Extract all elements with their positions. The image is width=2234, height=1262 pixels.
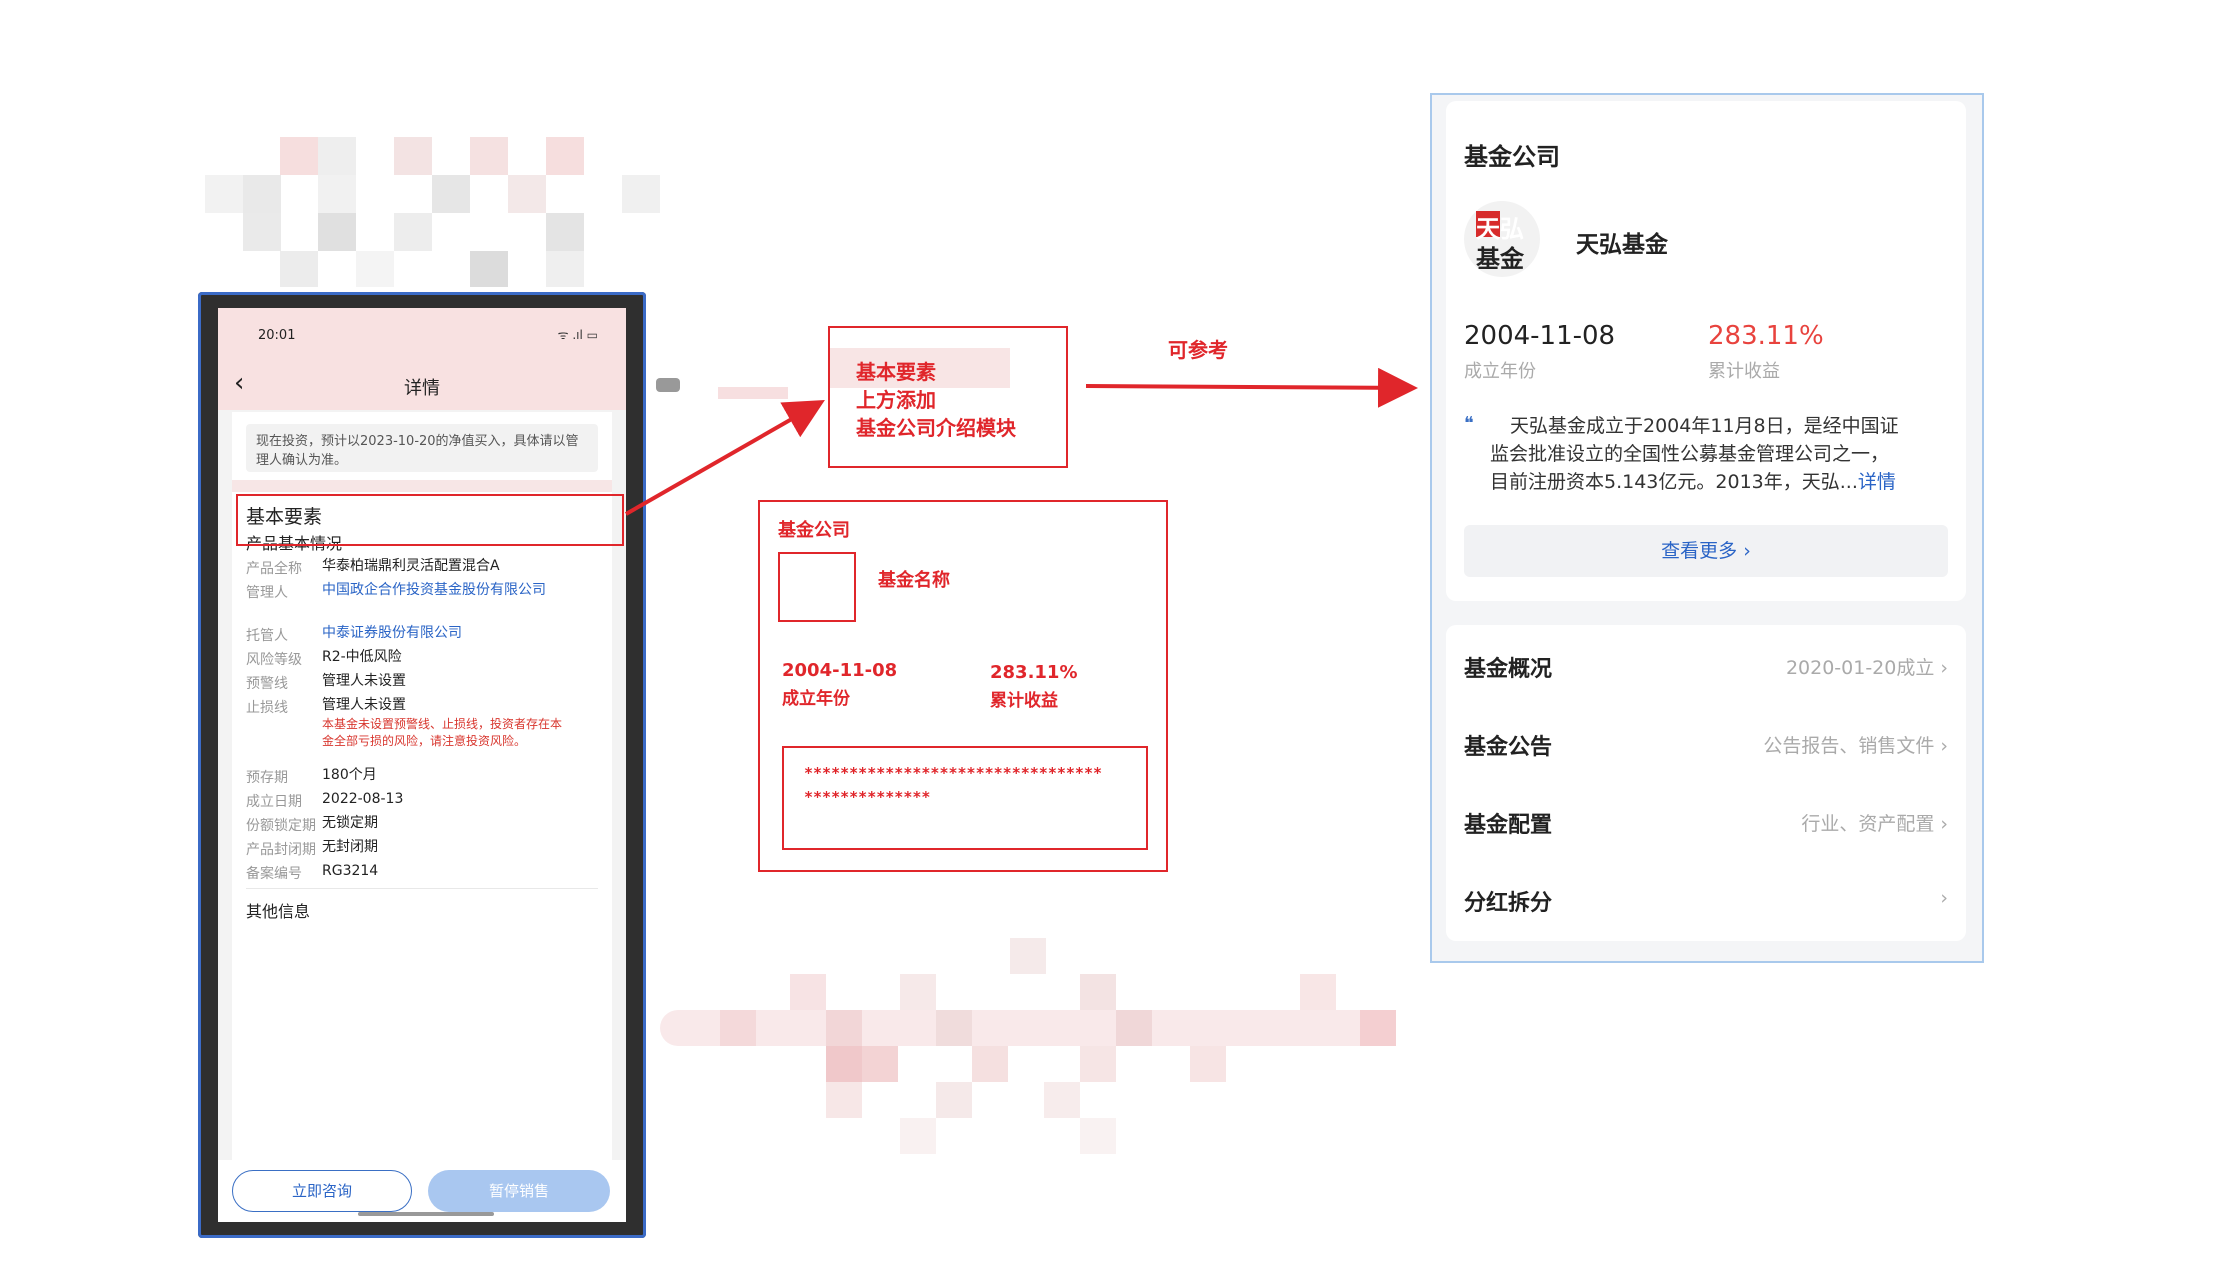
blurred-footer-mosaic [660, 938, 1460, 1158]
ref-company-name: 天弘基金 [1576, 232, 1668, 258]
reference-label: 可参考 [1168, 338, 1228, 362]
ref-menu-card: 基金概况 2020-01-20成立 › 基金公告 公告报告、销售文件 › 基金配… [1446, 625, 1966, 941]
ref-desc-line1: 天弘基金成立于2004年11月8日，是经中国证 [1510, 415, 1899, 437]
wire-return: 283.11% [990, 662, 1078, 683]
menu-label: 基金概况 [1464, 657, 1553, 682]
menu-fund-overview[interactable]: 基金概况 2020-01-20成立 › [1446, 635, 1966, 693]
menu-value: 2020-01-20成立 › [1785, 657, 1948, 679]
reference-screenshot: 基金公司 天弘 基金 天弘基金 2004-11-08 成立年份 283.11% … [1430, 93, 1984, 963]
arrow-to-reference [1085, 367, 1418, 408]
see-more-button[interactable]: 查看更多 › [1464, 525, 1948, 577]
ref-desc-detail-link[interactable]: 详情 [1858, 471, 1896, 493]
logo-line2: 基金 [1476, 245, 1524, 273]
wireframe-company-module: 基金公司 基金名称 2004-11-08 成立年份 283.11% 累计收益 *… [758, 500, 1168, 872]
wire-title: 基金公司 [778, 520, 850, 541]
chevron-right-icon: › [1940, 887, 1948, 909]
wire-desc-line2: ************** [804, 788, 931, 806]
menu-fund-allocation[interactable]: 基金配置 行业、资产配置 › [1446, 791, 1966, 849]
ref-return-label: 累计收益 [1708, 361, 1780, 382]
menu-value: 公告报告、销售文件 › [1763, 735, 1948, 757]
annotation-note-box: 基本要素 上方添加 基金公司介绍模块 [828, 326, 1068, 468]
ref-date: 2004-11-08 [1464, 321, 1616, 351]
note-line-3: 基金公司介绍模块 [856, 416, 1016, 440]
ref-date-label: 成立年份 [1464, 361, 1536, 382]
menu-value: 行业、资产配置 › [1801, 813, 1948, 835]
ref-title: 基金公司 [1464, 143, 1560, 171]
menu-label: 基金配置 [1464, 813, 1553, 838]
menu-fund-announcement[interactable]: 基金公告 公告报告、销售文件 › [1446, 713, 1966, 771]
menu-label: 基金公告 [1464, 735, 1553, 760]
wire-date-label: 成立年份 [782, 689, 850, 709]
note-line-1: 基本要素 [856, 360, 936, 384]
wire-fund-name: 基金名称 [878, 570, 950, 591]
wire-logo-placeholder [778, 552, 856, 622]
ref-company-card: 基金公司 天弘 基金 天弘基金 2004-11-08 成立年份 283.11% … [1446, 101, 1966, 601]
quote-icon: ❝ [1464, 413, 1474, 434]
menu-dividend-split[interactable]: 分红拆分 › [1446, 869, 1966, 927]
wire-desc-line1: ********************************* [804, 764, 1103, 782]
ref-desc-text: 目前注册资本5.143亿元。2013年，天弘... [1490, 471, 1858, 493]
note-line-2: 上方添加 [856, 388, 936, 412]
menu-label: 分红拆分 [1464, 891, 1553, 916]
ref-company-logo: 天弘 基金 [1464, 201, 1540, 277]
wire-date: 2004-11-08 [782, 660, 898, 681]
ref-desc-line2: 监会批准设立的全国性公募基金管理公司之一， [1490, 443, 1890, 465]
ref-desc-line3: 目前注册资本5.143亿元。2013年，天弘...详情 [1490, 467, 1896, 494]
wire-return-label: 累计收益 [990, 691, 1058, 711]
arrow-to-note [625, 400, 825, 516]
wire-description-box: ********************************* ******… [782, 746, 1148, 850]
ref-return: 283.11% [1708, 321, 1824, 351]
